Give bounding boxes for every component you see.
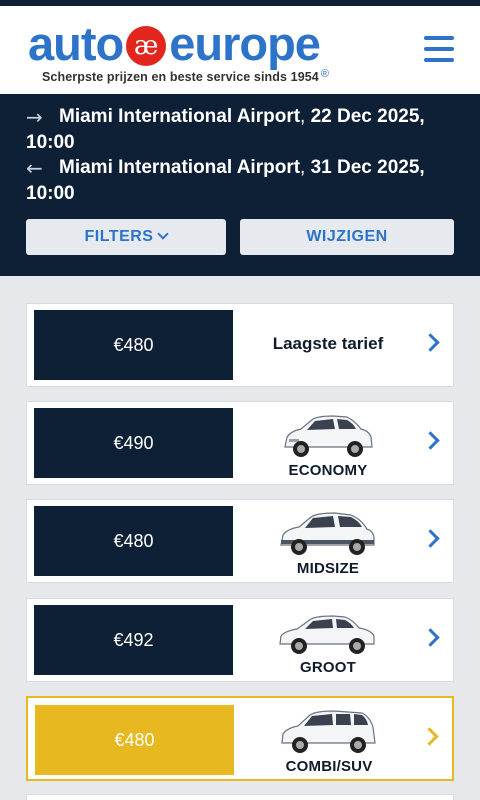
logo-tagline: Scherpste prijzen en beste service sinds… [42,70,319,84]
result-card-lowest[interactable]: €480 Laagste tarief [26,303,454,387]
category-label: Laagste tarief [272,334,384,353]
crossover-car-icon [280,512,375,555]
hamburger-menu-icon[interactable] [424,36,454,64]
site-header: auto æ europe® Scherpste prijzen en beste … [0,6,480,94]
hatchback-car-icon [284,415,373,457]
price: €492 [34,605,233,675]
dropoff-summary: ← Miami International Airport, 31 Dec 20… [26,156,425,204]
change-label: WIJZIGEN [306,228,388,245]
change-search-button[interactable]: WIJZIGEN [240,219,454,255]
chevron-right-icon [421,333,440,352]
logo-wordmark: auto æ europe® [28,17,330,81]
dropoff-location: Miami International Airport [59,157,301,178]
result-card-large[interactable]: €492 GROOT [26,598,454,682]
chevron-right-icon [420,727,439,746]
category-label: GROOT [300,659,356,676]
result-card-economy[interactable]: €490 ECONOMY [26,401,454,485]
pickup-summary: → Miami International Airport, 22 Dec 20… [26,105,425,153]
price: €480 [34,310,233,380]
filters-button[interactable]: FILTERS [26,219,226,255]
category-label: COMBI/SUV [285,758,373,775]
chevron-right-icon [421,431,440,450]
arrow-left-icon: ← [26,156,43,180]
price: €490 [34,408,233,478]
pickup-location: Miami International Airport [59,106,301,127]
sedan-car-icon [279,615,375,654]
logo-badge-icon: æ [126,26,167,66]
result-card-combi-suv[interactable]: €480 COMBI/SUV [26,696,454,781]
auto-europe-logo[interactable]: auto æ europe® Scherpste prijzen en beste … [28,18,348,88]
wagon-car-icon [281,710,376,753]
filters-label: FILTERS [84,228,154,245]
category-label: ECONOMY [288,462,368,479]
chevron-right-icon [421,529,440,548]
next-result-card[interactable] [26,794,454,800]
price: €480 [34,506,233,576]
price: €480 [35,705,234,775]
category-label: MIDSIZE [296,560,360,577]
chevron-down-icon [157,228,170,240]
result-card-midsize[interactable]: €480 MIDSIZE [26,499,454,583]
search-summary: → Miami International Airport, 22 Dec 20… [0,94,480,276]
arrow-right-icon: → [26,105,43,129]
chevron-right-icon [421,628,440,647]
